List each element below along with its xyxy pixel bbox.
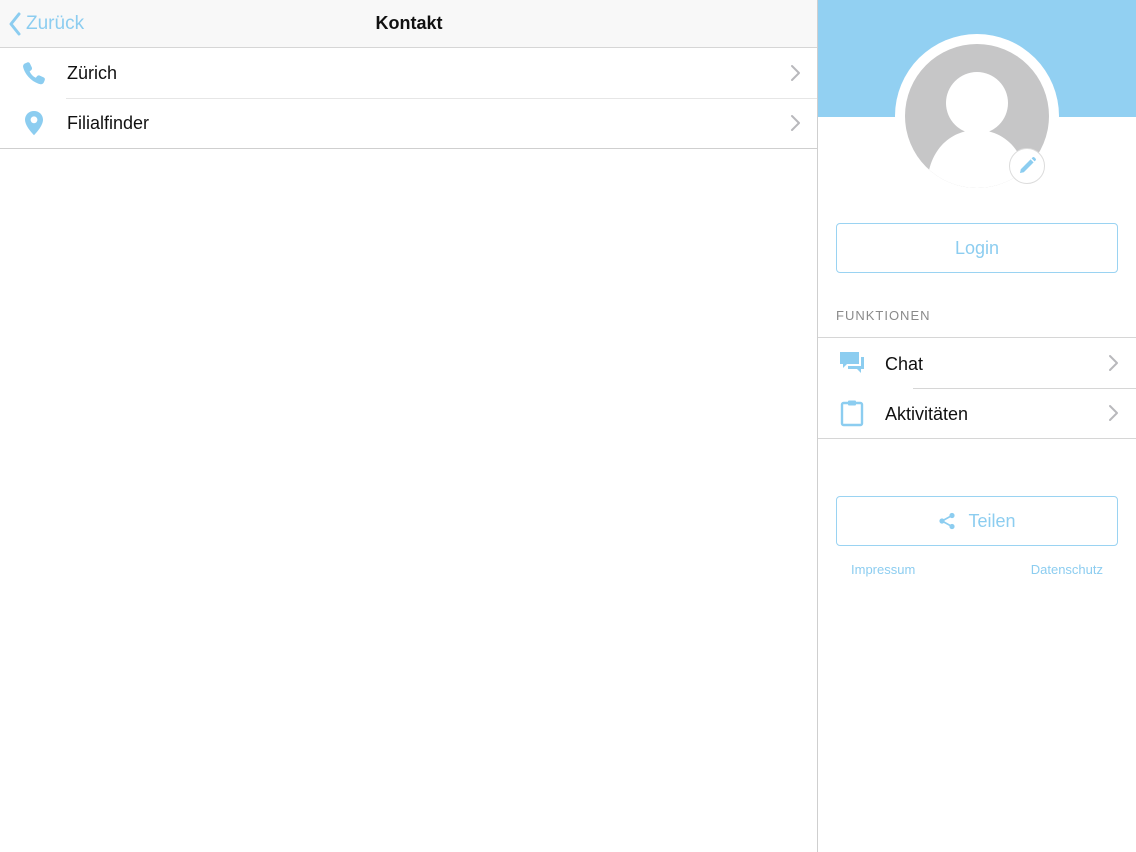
list-item-filialfinder[interactable]: Filialfinder [0, 98, 818, 148]
list-item-label: Zürich [67, 62, 118, 83]
chevron-right-icon [791, 115, 800, 131]
section-title-funktionen: FUNKTIONEN [836, 308, 931, 323]
contact-list: Zürich Filialfinder [0, 48, 818, 149]
navigation-bar: Zurück Kontakt [0, 0, 818, 48]
share-button-label: Teilen [968, 510, 1016, 531]
functions-list: Chat Aktivitäten [818, 337, 1136, 439]
side-pane: Login FUNKTIONEN Chat Aktivitäten Teilen… [818, 0, 1136, 852]
phone-icon [23, 62, 45, 85]
login-button[interactable]: Login [836, 223, 1118, 273]
chat-bubbles-icon [840, 352, 864, 373]
pencil-icon [1020, 157, 1036, 173]
app: Zurück Kontakt Zürich Filialfinder Login… [0, 0, 1136, 852]
chevron-right-icon [791, 65, 800, 81]
location-pin-icon [25, 111, 43, 136]
share-button[interactable]: Teilen [836, 496, 1118, 546]
clipboard-icon [840, 400, 864, 427]
page-title: Kontakt [375, 13, 443, 33]
impressum-link[interactable]: Impressum [851, 562, 915, 577]
main-pane: Zurück Kontakt Zürich Filialfinder [0, 0, 818, 852]
list-item-label: Filialfinder [67, 112, 150, 133]
chevron-right-icon [1109, 405, 1118, 421]
share-icon [939, 512, 956, 530]
list-item-zurich[interactable]: Zürich [0, 48, 818, 98]
function-item-aktivitaeten[interactable]: Aktivitäten [818, 388, 1136, 438]
chevron-right-icon [1109, 355, 1118, 371]
function-item-chat[interactable]: Chat [818, 338, 1136, 388]
function-item-label: Chat [885, 354, 924, 374]
datenschutz-link[interactable]: Datenschutz [1031, 562, 1103, 577]
function-item-label: Aktivitäten [885, 404, 969, 424]
edit-profile-button[interactable] [1009, 148, 1045, 184]
